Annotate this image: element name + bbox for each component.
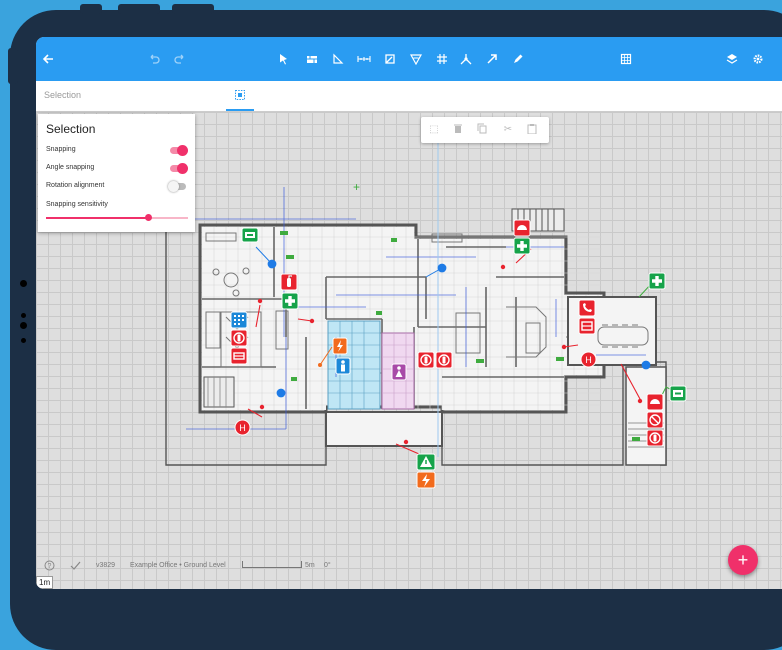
first-aid-sign-icon[interactable]	[648, 272, 666, 290]
fire-extinguisher-sign-icon[interactable]	[646, 429, 664, 447]
sensor-icon	[20, 322, 27, 329]
scale-label: 5m	[305, 562, 315, 569]
fire-extinguisher-sign-icon[interactable]	[230, 329, 248, 347]
check-icon[interactable]	[70, 560, 81, 573]
fire-extinguisher-sign-icon[interactable]	[280, 273, 298, 291]
scissors-icon[interactable]: ✂	[501, 123, 515, 137]
selection-settings-panel: Selection Snapping Angle snapping Rotati…	[38, 114, 195, 232]
hardware-button	[80, 4, 102, 14]
svg-text:H: H	[585, 355, 592, 365]
warning-sign-icon[interactable]	[416, 453, 436, 471]
fire-extinguisher-sign-icon[interactable]	[417, 351, 435, 369]
hardware-button	[8, 48, 18, 84]
first-aid-sign-icon[interactable]	[513, 237, 531, 255]
slider-fill	[46, 217, 149, 219]
hydrant-sign-icon[interactable]: H	[234, 419, 251, 436]
version-label: v3829	[96, 562, 116, 569]
help-icon[interactable]: ?	[44, 560, 55, 573]
escape-route-sign-icon[interactable]	[241, 227, 259, 243]
scale-badge: 1m	[36, 576, 54, 589]
setting-label: Angle snapping	[46, 164, 95, 171]
sensor-icon	[21, 313, 26, 318]
fire-extinguisher-sign-icon[interactable]	[435, 351, 453, 369]
hydrant-sign-icon[interactable]: H	[580, 351, 597, 368]
paste-icon[interactable]	[525, 123, 539, 137]
trash-icon[interactable]	[451, 123, 465, 137]
edit-toolbar: ⬚ ✂	[421, 117, 549, 143]
angle-label: 0°	[324, 562, 331, 569]
sensor-icon	[21, 338, 26, 343]
setting-label: Snapping	[46, 146, 76, 153]
setting-label: Snapping sensitivity	[46, 201, 108, 208]
escape-route-sign-icon[interactable]	[669, 385, 687, 402]
electrical-hazard-sign-icon[interactable]	[332, 337, 348, 355]
electrical-hazard-sign-icon[interactable]	[416, 471, 436, 489]
restroom-male-sign-icon[interactable]	[335, 357, 351, 375]
fire-hose-sign-icon[interactable]	[578, 317, 596, 335]
scale-bar	[242, 561, 302, 568]
fire-phone-sign-icon[interactable]	[578, 299, 596, 317]
snapping-toggle[interactable]	[170, 145, 188, 156]
fire-hose-sign-icon[interactable]	[230, 347, 248, 365]
slider-thumb[interactable]	[144, 214, 152, 221]
fire-alarm-button-sign-icon[interactable]	[230, 311, 248, 329]
svg-text:H: H	[239, 423, 246, 433]
svg-text:?: ?	[48, 563, 52, 570]
app-screen: Selection + H H ⬚ ✂ Selection Snapping A…	[36, 37, 782, 589]
angle-snapping-toggle[interactable]	[170, 163, 188, 174]
add-button[interactable]: +	[728, 545, 758, 575]
setting-label: Rotation alignment	[46, 182, 105, 189]
hardware-button	[118, 4, 160, 14]
crop-icon[interactable]: ⬚	[427, 123, 441, 137]
copy-icon[interactable]	[475, 123, 489, 137]
snapping-sensitivity-slider[interactable]	[46, 214, 188, 221]
panel-title: Selection	[46, 122, 96, 136]
fire-extinguisher-sign-icon[interactable]	[646, 411, 664, 429]
fire-blanket-sign-icon[interactable]	[646, 393, 664, 411]
rotation-alignment-toggle[interactable]	[168, 181, 186, 192]
restroom-female-sign-icon[interactable]	[391, 363, 407, 381]
fire-blanket-sign-icon[interactable]	[513, 219, 531, 237]
hardware-button	[172, 4, 214, 14]
camera-icon	[20, 280, 27, 287]
document-label: Example Office • Ground Level	[130, 562, 226, 569]
first-aid-sign-icon[interactable]	[281, 292, 299, 310]
